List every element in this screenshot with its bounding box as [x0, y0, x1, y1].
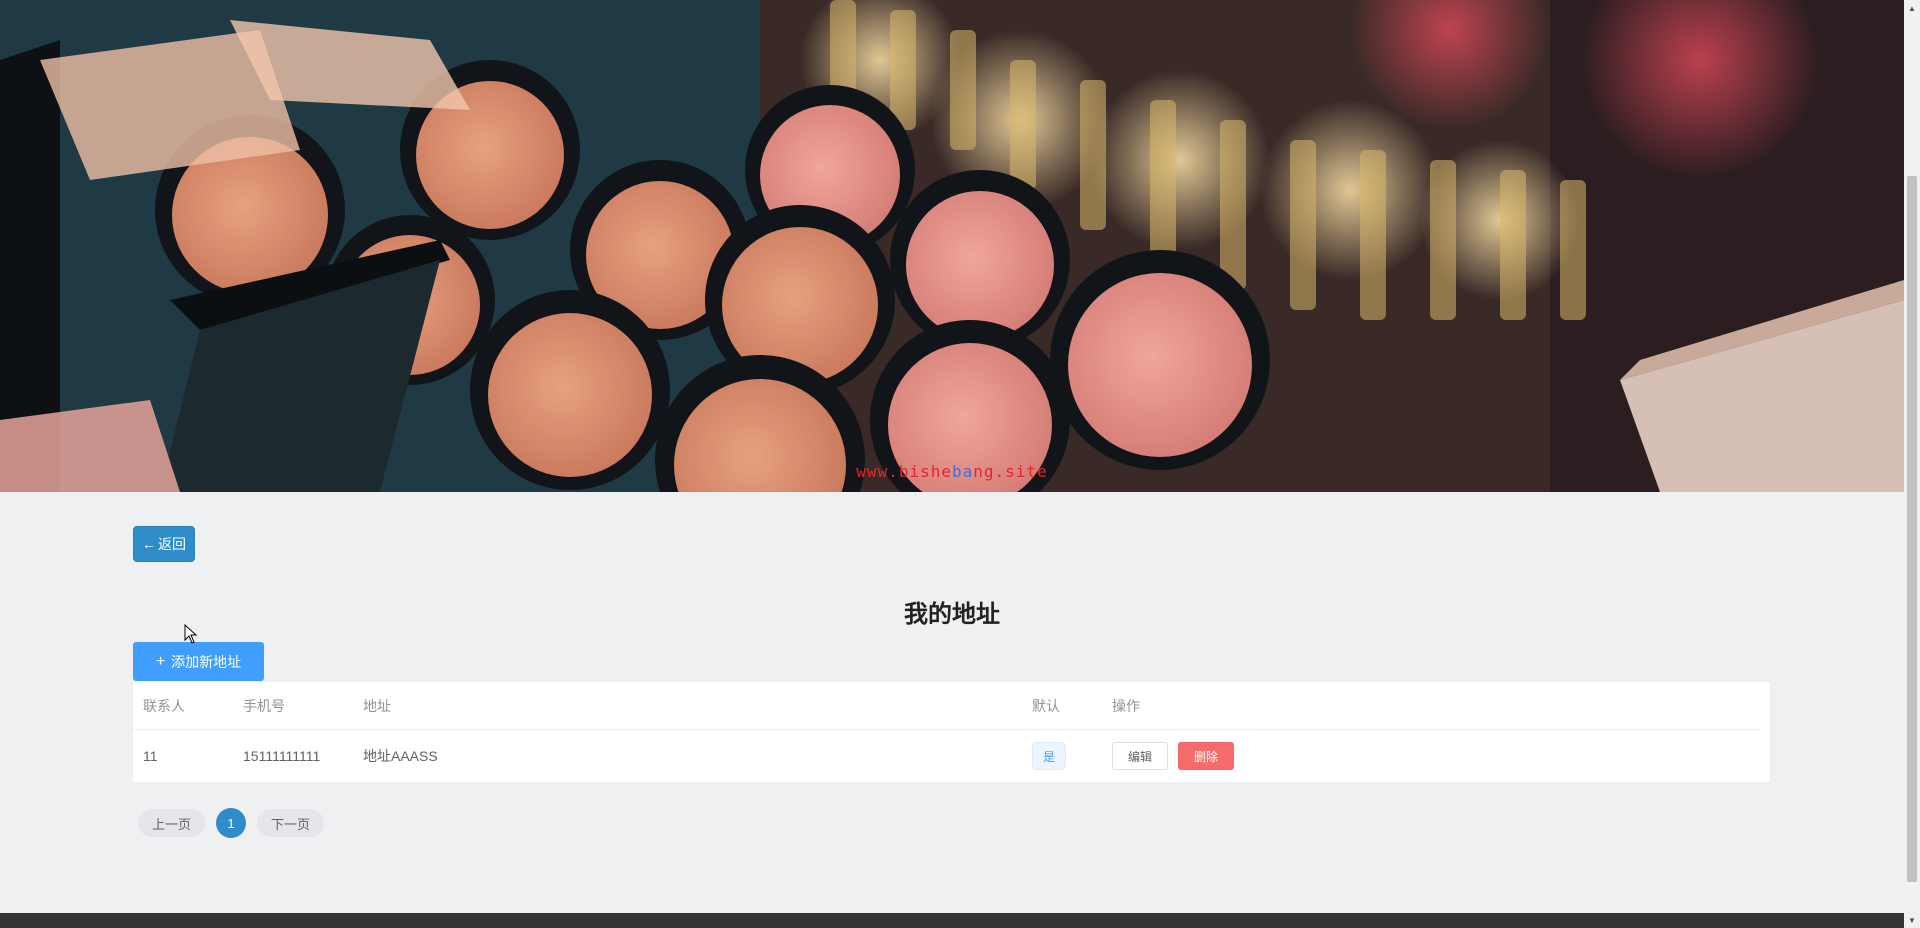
- cell-address: 地址AAASS: [363, 748, 438, 764]
- column-header-address: 地址: [363, 697, 391, 714]
- page-title: 我的地址: [904, 601, 1000, 628]
- back-button[interactable]: ← 返回: [133, 526, 195, 562]
- next-page-button[interactable]: 下一页: [257, 809, 325, 837]
- add-address-label: 添加新地址: [171, 653, 242, 670]
- scrollbar-thumb[interactable]: [1907, 176, 1917, 882]
- footer: [0, 913, 1904, 928]
- hero-banner: www.bishebang.site: [0, 0, 1904, 492]
- banner-image: [0, 0, 1904, 492]
- back-button-label: 返回: [158, 536, 186, 552]
- edit-button[interactable]: 编辑: [1112, 742, 1168, 770]
- cell-actions: 编辑 删除: [1112, 730, 1234, 782]
- vertical-scrollbar[interactable]: ▲ ▼: [1904, 0, 1920, 928]
- delete-button[interactable]: 删除: [1178, 742, 1234, 770]
- arrow-left-icon: ←: [142, 536, 156, 552]
- cell-default: 是: [1032, 730, 1066, 782]
- address-table: 联系人 手机号 地址 默认 操作 11 15111111111 地址AAASS …: [133, 682, 1770, 782]
- default-badge: 是: [1032, 742, 1066, 770]
- page-number-button[interactable]: 1: [216, 808, 247, 838]
- column-header-actions: 操作: [1112, 697, 1140, 714]
- column-header-phone: 手机号: [243, 697, 285, 714]
- watermark-part-2: ba: [952, 462, 974, 481]
- watermark-part-1: www.bishe: [856, 462, 952, 481]
- column-header-default: 默认: [1032, 697, 1060, 714]
- scroll-up-icon[interactable]: ▲: [1904, 0, 1920, 16]
- watermark-part-3: ng.site: [973, 462, 1048, 481]
- table-header: 联系人 手机号 地址 默认 操作: [133, 682, 1760, 730]
- watermark-text: www.bishebang.site: [0, 462, 1904, 481]
- prev-page-button[interactable]: 上一页: [138, 809, 206, 837]
- cell-contact: 11: [143, 748, 158, 764]
- table-row: 11 15111111111 地址AAASS 是 编辑 删除: [133, 730, 1760, 782]
- cell-phone: 15111111111: [243, 748, 321, 764]
- mouse-cursor-icon: [184, 624, 198, 644]
- plus-icon: +: [155, 652, 166, 670]
- page: www.bishebang.site ← 返回 我的地址 + 添加新地址 联系人…: [0, 0, 1904, 928]
- pagination: 上一页 1 下一页: [138, 808, 325, 838]
- add-address-button[interactable]: + 添加新地址: [133, 642, 264, 681]
- column-header-contact: 联系人: [143, 697, 185, 714]
- scroll-down-icon[interactable]: ▼: [1904, 912, 1920, 928]
